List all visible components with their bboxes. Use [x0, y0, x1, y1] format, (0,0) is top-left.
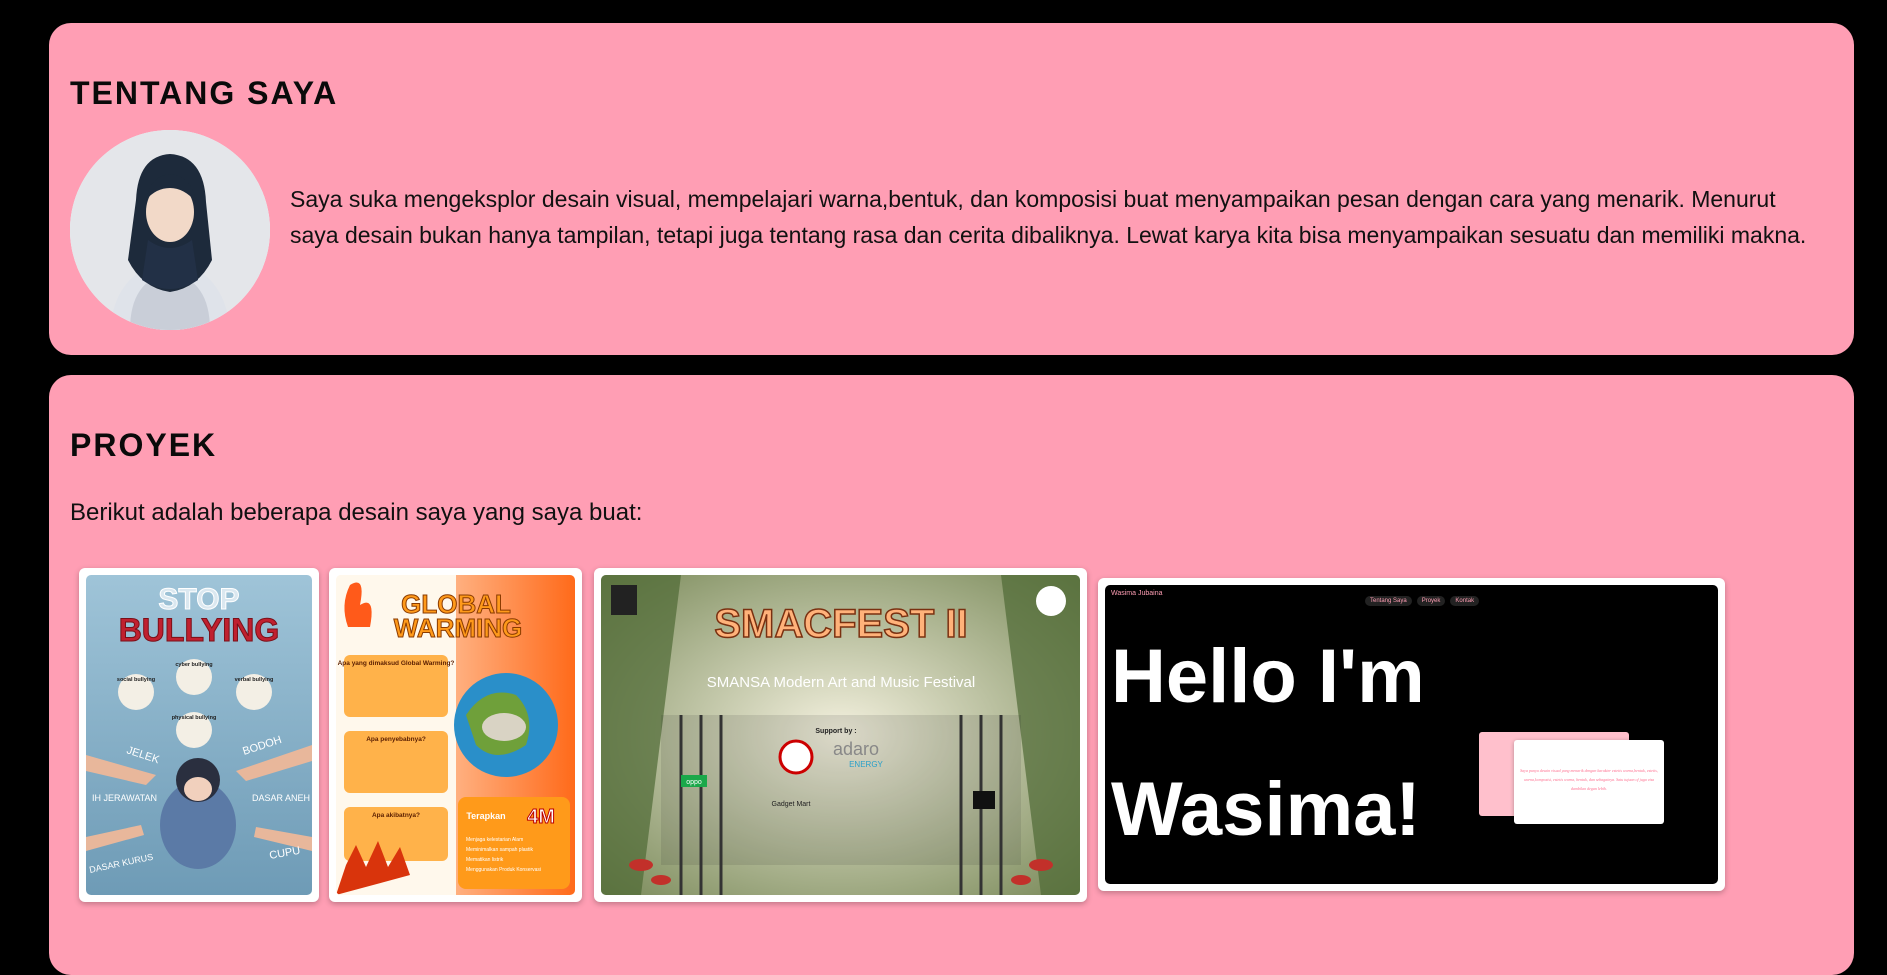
project-card-stop-bullying[interactable]: STOP BULLYING cyber bullying social bull…	[79, 568, 319, 902]
preview-nav-contact: Kontak	[1450, 596, 1480, 606]
gw-question-2: Apa penyebabnya?	[366, 736, 426, 743]
poster-word-jerawatan: IH JERAWATAN	[92, 793, 157, 803]
poster-word-aneh: DASAR ANEH	[252, 793, 310, 803]
profile-photo	[70, 130, 270, 330]
gw-item-2: Meminimalkan sampah plastik	[466, 847, 533, 853]
smacfest-title: SMACFEST II	[714, 602, 967, 646]
gw-box-label: Terapkan	[466, 811, 505, 821]
poster-bullying-text: BULLYING	[119, 612, 280, 648]
poster-label-verbal: verbal bullying	[235, 677, 274, 683]
smacfest-logo-gadgetmart: Gadget Mart	[772, 801, 811, 808]
global-warming-poster: GLOBAL WARMING Apa yang dimaksud Global …	[336, 575, 575, 895]
preview-nav-about: Tentang Saya	[1365, 596, 1412, 606]
projects-intro: Berikut adalah beberapa desain saya yang…	[70, 499, 643, 526]
preview-site-title: Wasima Jubaina	[1111, 590, 1163, 597]
about-description: Saya suka mengeksplor desain visual, mem…	[290, 186, 1807, 248]
preview-nav: Tentang Saya Proyek Kontak	[1365, 596, 1480, 606]
smacfest-logo-oppo: oppo	[686, 779, 702, 786]
smacfest-poster: SMACFEST II SMANSA Modern Art and Music …	[601, 575, 1080, 895]
preview-hero-line-1: Hello I'm	[1111, 634, 1425, 719]
preview-card: Saya punya desain visual yang menarik de…	[1514, 740, 1664, 824]
smacfest-support: Support by :	[815, 728, 856, 735]
portfolio-website-preview: Wasima Jubaina Tentang Saya Proyek Konta…	[1105, 585, 1718, 884]
poster-label-cyber: cyber bullying	[175, 662, 212, 668]
project-card-global-warming[interactable]: GLOBAL WARMING Apa yang dimaksud Global …	[329, 568, 582, 902]
smacfest-subtitle: SMANSA Modern Art and Music Festival	[707, 674, 975, 691]
projects-title: PROYEK	[70, 427, 218, 463]
profile-photo-illustration	[70, 130, 270, 330]
poster-label-social: social bullying	[117, 677, 155, 683]
gw-item-1: Menjaga kelestarian Alam	[466, 837, 523, 843]
gw-question-3: Apa akibatnya?	[372, 812, 420, 819]
about-section: TENTANG SAYA Saya suka mengeksplor desai…	[49, 23, 1854, 355]
projects-section: PROYEK Berikut adalah beberapa desain sa…	[49, 375, 1854, 975]
gw-item-3: Mematikan listrik	[466, 857, 504, 863]
smacfest-sponsor: adaro	[833, 739, 879, 759]
smacfest-sponsor-sub: ENERGY	[849, 760, 883, 769]
gw-box-4m: 4M	[527, 806, 555, 828]
gw-item-4: Menggunakan Produk Konservasi	[466, 867, 541, 873]
gw-question-1: Apa yang dimaksud Global Warming?	[338, 660, 455, 667]
stop-bullying-poster: STOP BULLYING cyber bullying social bull…	[86, 575, 312, 895]
project-card-smacfest[interactable]: SMACFEST II SMANSA Modern Art and Music …	[594, 568, 1087, 902]
preview-nav-projects: Proyek	[1416, 596, 1446, 606]
project-card-portfolio-website[interactable]: Wasima Jubaina Tentang Saya Proyek Konta…	[1098, 578, 1725, 891]
gw-title-2: WARMING	[394, 613, 523, 643]
preview-card-text: Saya punya desain visual yang menarik de…	[1520, 768, 1658, 791]
poster-label-physical: physical bullying	[172, 715, 217, 721]
about-title: TENTANG SAYA	[70, 75, 339, 111]
preview-hero-line-2: Wasima!	[1111, 767, 1421, 852]
